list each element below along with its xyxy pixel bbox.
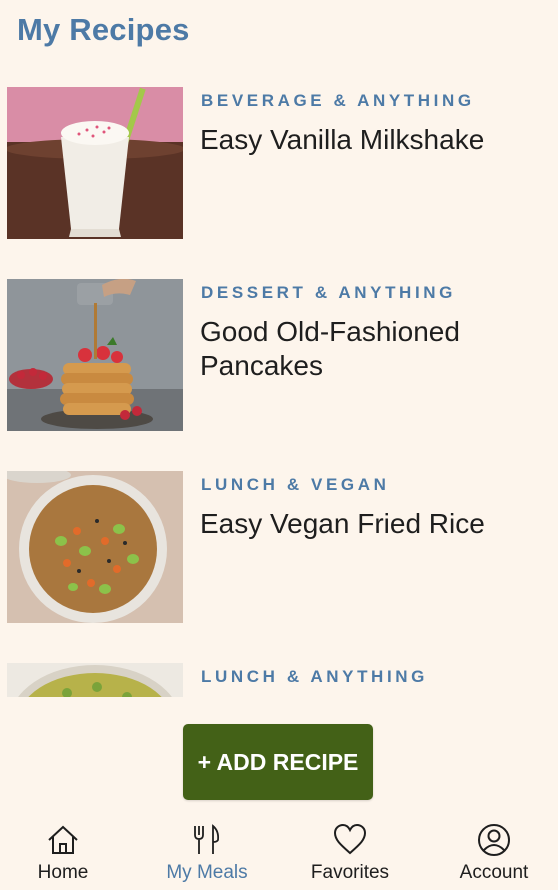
recipe-title[interactable]: Easy Vegan Fried Rice <box>200 507 520 541</box>
nav-label-home: Home <box>37 862 89 883</box>
recipe-category: DESSERT & ANYTHING <box>201 283 456 302</box>
nav-item-home[interactable]: Home <box>0 815 133 890</box>
recipe-image-salad[interactable] <box>7 663 183 697</box>
recipe-category: LUNCH & ANYTHING <box>201 667 428 686</box>
nav-item-favorites[interactable]: Favorites <box>280 815 420 890</box>
home-icon <box>48 825 78 854</box>
recipe-image-fried-rice[interactable] <box>7 471 183 623</box>
bottom-navigation: Home My Meals Favorites Account <box>0 815 558 890</box>
heart-icon <box>333 823 367 855</box>
fork-knife-icon <box>194 824 220 854</box>
recipe-category: BEVERAGE & ANYTHING <box>201 91 475 110</box>
recipe-title[interactable]: Easy Vanilla Milkshake <box>200 123 520 157</box>
recipe-card[interactable]: BEVERAGE & ANYTHING Easy Vanilla Milksha… <box>7 87 547 239</box>
page-title: My Recipes <box>17 12 190 47</box>
nav-label-account: Account <box>459 862 529 883</box>
recipe-card[interactable]: LUNCH & VEGAN Easy Vegan Fried Rice <box>7 471 547 623</box>
nav-item-my-meals[interactable]: My Meals <box>137 815 277 890</box>
recipe-title[interactable]: Good Old-Fashioned Pancakes <box>200 315 520 383</box>
nav-label-my-meals: My Meals <box>166 862 248 883</box>
recipe-image-milkshake[interactable] <box>7 87 183 239</box>
recipe-card[interactable]: DESSERT & ANYTHING Good Old-Fashioned Pa… <box>7 279 547 431</box>
nav-label-favorites: Favorites <box>310 862 390 883</box>
recipe-list: BEVERAGE & ANYTHING Easy Vanilla Milksha… <box>0 87 558 697</box>
nav-item-account[interactable]: Account <box>424 815 558 890</box>
account-icon <box>478 824 510 856</box>
recipe-category: LUNCH & VEGAN <box>201 475 390 494</box>
add-recipe-button[interactable]: + ADD RECIPE <box>183 724 373 800</box>
recipe-image-pancakes[interactable] <box>7 279 183 431</box>
recipe-card[interactable]: LUNCH & ANYTHING <box>7 663 547 697</box>
